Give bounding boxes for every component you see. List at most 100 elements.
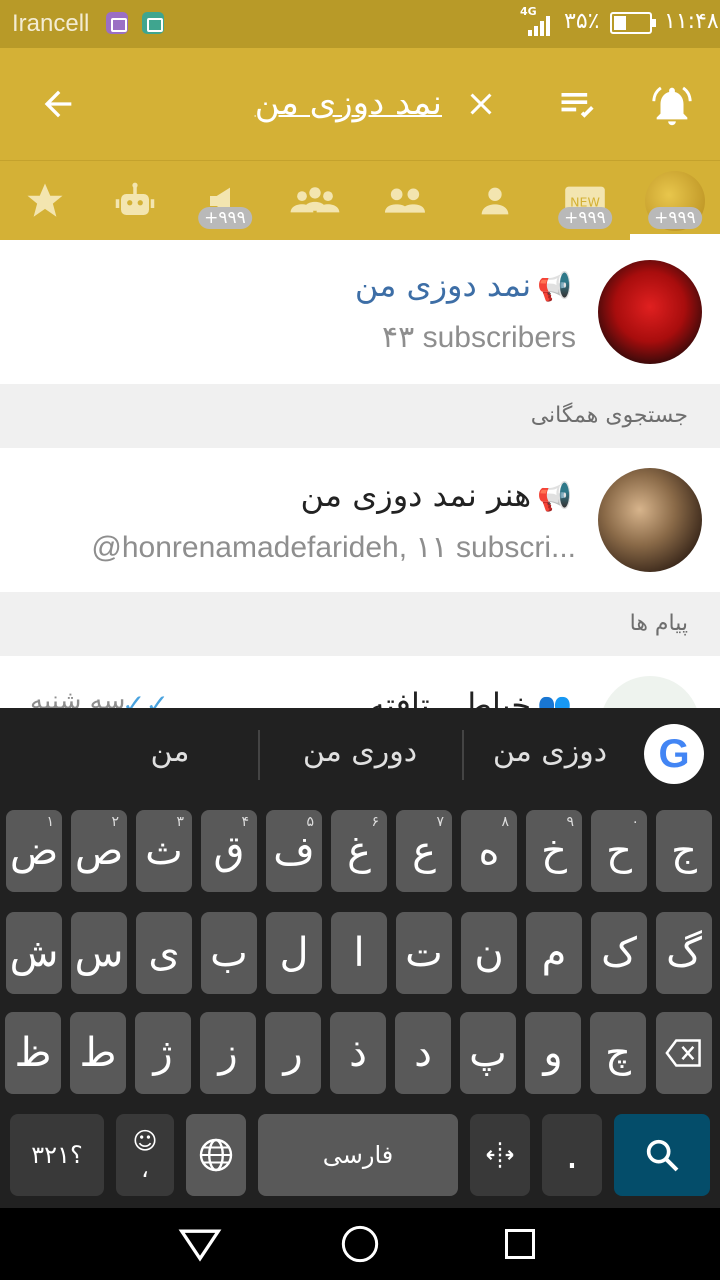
key[interactable]: خ۹ — [526, 810, 582, 892]
key[interactable]: ج — [656, 810, 712, 892]
group-icon — [385, 188, 425, 213]
key[interactable]: ا — [331, 912, 387, 994]
key[interactable]: ق۴ — [201, 810, 257, 892]
key[interactable]: ظ — [5, 1012, 61, 1094]
tab-bots[interactable] — [90, 161, 180, 241]
key[interactable]: چ — [590, 1012, 646, 1094]
search-key[interactable] — [614, 1114, 710, 1196]
message-date: سه شنبه — [30, 686, 126, 708]
unread-badge: +۹۹۹ — [648, 207, 702, 229]
key-label: ت — [405, 930, 443, 976]
suggestion-2[interactable]: دوری من — [280, 734, 440, 769]
mark-read-icon[interactable] — [548, 74, 608, 134]
key[interactable]: پ — [460, 1012, 516, 1094]
key-label: ع — [412, 828, 436, 874]
key[interactable]: گ — [656, 912, 712, 994]
key[interactable]: غ۶ — [331, 810, 387, 892]
key[interactable]: ه۸ — [461, 810, 517, 892]
key-label: ح — [606, 828, 632, 874]
space-key[interactable]: فارسی — [258, 1114, 458, 1196]
key[interactable]: ز — [200, 1012, 256, 1094]
soft-keyboard: دوزی من دوری من من G ؟۳۲۱ ☺ ، فارسی . جح… — [0, 708, 720, 1208]
key[interactable]: ذ — [330, 1012, 386, 1094]
nav-home-icon[interactable] — [330, 1222, 390, 1266]
key-hint: ۹ — [566, 814, 574, 830]
key-label: ش — [9, 930, 59, 976]
key-label: و — [543, 1030, 563, 1076]
keyboard-notification-icon — [106, 12, 128, 34]
key[interactable]: ع۷ — [396, 810, 452, 892]
close-icon[interactable] — [456, 74, 506, 134]
channel-result-row[interactable]: 📢نمد دوزی من ۴۳ subscribers — [0, 240, 720, 384]
key-label: ث — [145, 828, 183, 874]
emoji-comma-key[interactable]: ☺ ، — [116, 1114, 174, 1196]
key[interactable]: ط — [70, 1012, 126, 1094]
key[interactable]: ل — [266, 912, 322, 994]
tab-all-chats[interactable]: +۹۹۹ — [630, 161, 720, 241]
tab-channels[interactable]: +۹۹۹ — [180, 161, 270, 241]
message-result-row[interactable]: 👥خیاطی تافته سه شنبه ✓✓ — [0, 656, 720, 708]
tab-supergroups[interactable] — [270, 161, 360, 241]
key[interactable]: م — [526, 912, 582, 994]
period-key[interactable]: . — [542, 1114, 602, 1196]
person-icon — [481, 187, 509, 215]
key[interactable]: ی — [136, 912, 192, 994]
google-icon[interactable]: G — [644, 724, 704, 784]
suggestion-1[interactable]: دوزی من — [470, 734, 630, 769]
key-hint: ۳ — [176, 814, 184, 830]
key-label: ل — [279, 930, 309, 976]
key-label: ک — [601, 930, 637, 976]
clock: ۱۱:۴۸ — [664, 9, 719, 34]
channel-subtitle: @honrenamadefarideh, ۱۱ subscri... — [91, 531, 576, 564]
key-label: ا — [353, 930, 365, 976]
search-icon — [646, 1139, 679, 1172]
tab-groups[interactable] — [360, 161, 450, 241]
key-hint: ۴ — [241, 814, 249, 830]
cursor-key[interactable] — [470, 1114, 530, 1196]
channel-avatar — [598, 468, 702, 572]
key[interactable]: ک — [591, 912, 647, 994]
bell-icon[interactable] — [640, 74, 704, 138]
search-input[interactable]: نمد دوزی من — [232, 78, 442, 128]
key[interactable]: ح۰ — [591, 810, 647, 892]
key[interactable]: ث۳ — [136, 810, 192, 892]
nav-back-icon[interactable] — [170, 1222, 230, 1266]
key[interactable]: ص۲ — [71, 810, 127, 892]
key[interactable]: د — [395, 1012, 451, 1094]
key[interactable]: ض۱ — [6, 810, 62, 892]
key-label: ز — [218, 1030, 238, 1076]
key[interactable]: ف۵ — [266, 810, 322, 892]
key[interactable]: ر — [265, 1012, 321, 1094]
key[interactable]: و — [525, 1012, 581, 1094]
suggestion-3[interactable]: من — [110, 734, 230, 769]
key-label: ن — [474, 930, 504, 976]
globe-icon — [199, 1138, 233, 1172]
tab-contacts[interactable] — [450, 161, 540, 241]
key-label: ی — [148, 930, 180, 976]
nav-recents-icon[interactable] — [490, 1222, 550, 1266]
backspace-key[interactable] — [656, 1012, 712, 1094]
cursor-move-icon — [486, 1142, 514, 1168]
back-arrow-icon[interactable] — [28, 74, 88, 134]
key-label: ه — [478, 828, 500, 874]
key-label: ق — [213, 828, 245, 874]
key-label: ف — [273, 828, 315, 874]
key[interactable]: ش — [6, 912, 62, 994]
language-key[interactable] — [186, 1114, 246, 1196]
tab-unread[interactable]: NEW +۹۹۹ — [540, 161, 630, 241]
unread-badge: +۹۹۹ — [558, 207, 612, 229]
key[interactable]: ژ — [135, 1012, 191, 1094]
key[interactable]: س — [71, 912, 127, 994]
battery-icon — [610, 12, 656, 34]
channel-result-row[interactable]: 📢هنر نمد دوزی من @honrenamadefarideh, ۱۱… — [0, 448, 720, 592]
signal-icon — [528, 14, 558, 36]
megaphone-icon: 📢 — [537, 480, 572, 513]
channel-title: 📢هنر نمد دوزی من — [300, 476, 572, 514]
symbols-key[interactable]: ؟۳۲۱ — [10, 1114, 104, 1196]
key[interactable]: ب — [201, 912, 257, 994]
key-hint: ۵ — [306, 814, 314, 830]
tab-favorites[interactable] — [0, 161, 90, 241]
suggestion-strip: دوزی من دوری من من G — [0, 708, 720, 800]
key[interactable]: ن — [461, 912, 517, 994]
key[interactable]: ت — [396, 912, 452, 994]
